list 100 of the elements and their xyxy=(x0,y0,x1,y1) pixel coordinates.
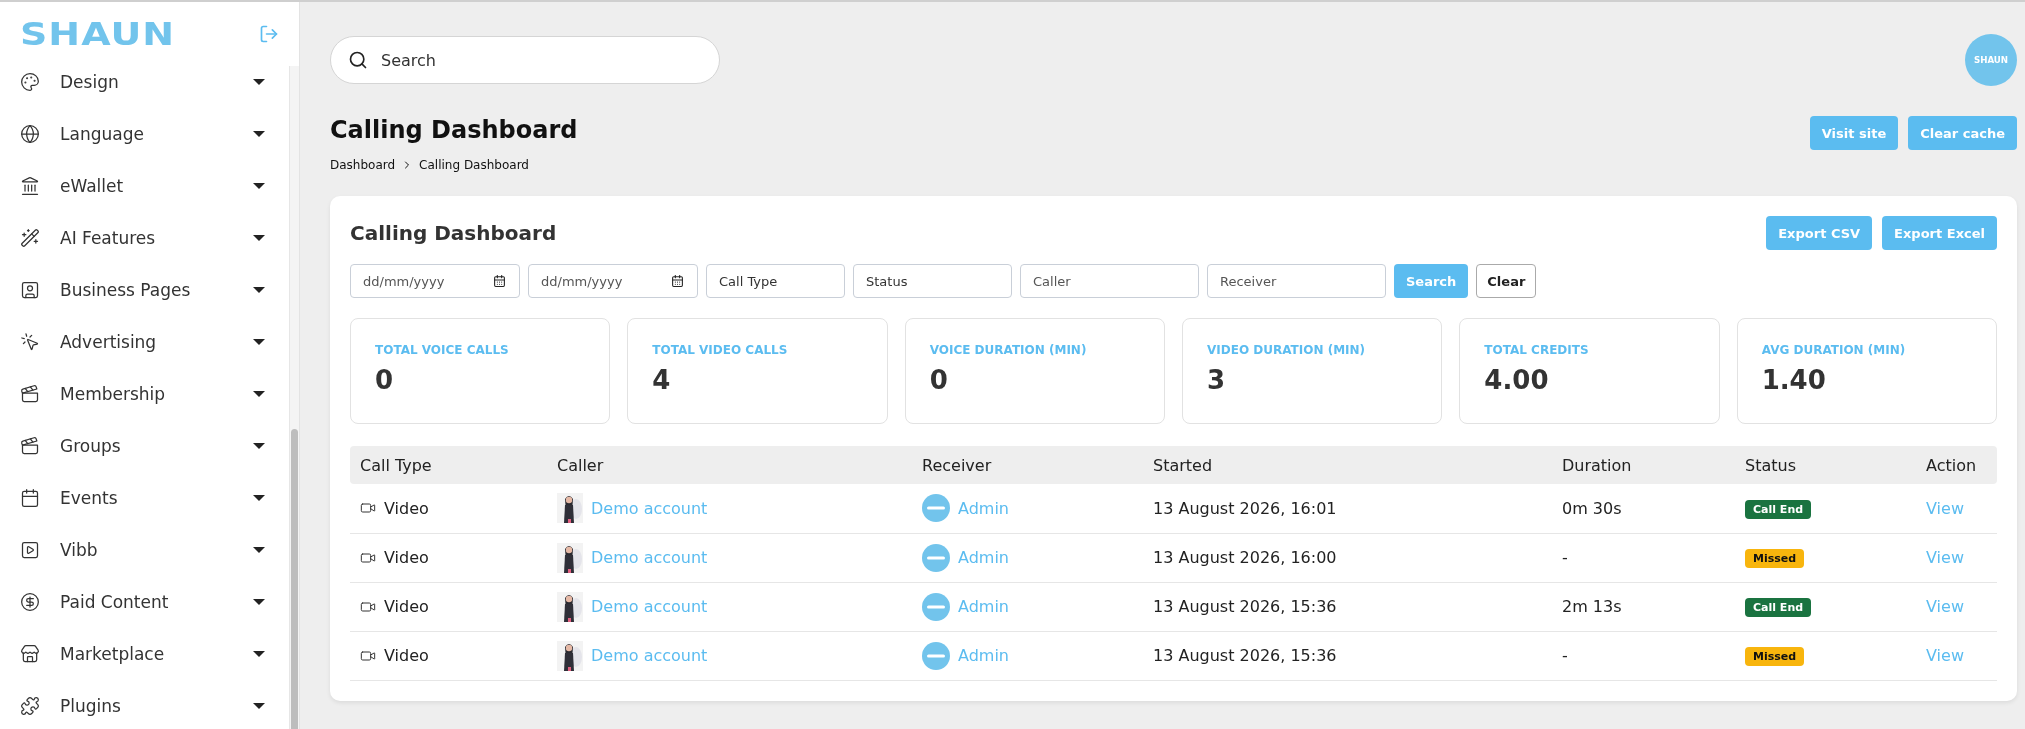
sidebar-item[interactable]: eWallet xyxy=(0,160,289,212)
caret-icon xyxy=(253,235,265,241)
sidebar-item[interactable]: Vibb xyxy=(0,524,289,576)
stat-label: VIDEO DURATION (MIN) xyxy=(1207,343,1367,357)
receiver-link[interactable]: Admin xyxy=(958,548,1009,567)
table-cell: 13 August 2026, 15:36 xyxy=(1143,582,1552,631)
caller-link[interactable]: Demo account xyxy=(591,597,708,616)
sidebar-item[interactable]: Plugins xyxy=(0,680,289,729)
menu-item-icon xyxy=(20,228,40,248)
filter-field[interactable]: Receiver xyxy=(1207,264,1386,298)
table-cell: Video xyxy=(384,646,429,665)
sidebar-item[interactable]: Business Pages xyxy=(0,264,289,316)
view-link[interactable]: View xyxy=(1926,548,1964,567)
export-button[interactable]: Export CSV xyxy=(1766,216,1873,250)
sidebar-item[interactable]: Language xyxy=(0,108,289,160)
stat-value: 1.40 xyxy=(1761,365,1827,395)
scrollbar-thumb[interactable] xyxy=(291,429,298,729)
caret-icon xyxy=(253,443,265,449)
column-header: Started xyxy=(1143,446,1552,484)
stat-label: TOTAL VOICE CALLS xyxy=(375,343,510,357)
table-cell: - xyxy=(1552,631,1735,680)
search-button[interactable]: Search xyxy=(1394,264,1469,298)
search-field[interactable]: Search xyxy=(330,36,720,84)
caret-icon xyxy=(253,287,265,293)
logout-icon[interactable] xyxy=(259,24,279,44)
avatar-icon xyxy=(922,543,950,572)
breadcrumb-item[interactable]: Dashboard xyxy=(330,158,396,172)
caret-icon xyxy=(253,547,265,553)
avatar-icon xyxy=(922,494,950,523)
status-badge: Call End xyxy=(1745,499,1812,519)
logo[interactable]: SHAUN xyxy=(20,17,176,51)
card-title: Calling Dashboard xyxy=(350,221,557,245)
stat-value: 4 xyxy=(652,365,672,395)
receiver-link[interactable]: Admin xyxy=(958,597,1009,616)
sidebar-item[interactable]: Advertising xyxy=(0,316,289,368)
caret-icon xyxy=(253,391,265,397)
stat-label: TOTAL VIDEO CALLS xyxy=(652,343,789,357)
sidebar-item[interactable]: Membership xyxy=(0,368,289,420)
sidebar-item[interactable]: Events xyxy=(0,472,289,524)
user-avatar[interactable]: SHAUN xyxy=(1965,34,2017,86)
stat-label: AVG DURATION (MIN) xyxy=(1761,343,1907,357)
stat-value: 3 xyxy=(1207,365,1227,395)
column-header: Action xyxy=(1916,446,1997,484)
column-header: Receiver xyxy=(912,446,1143,484)
caret-icon xyxy=(253,131,265,137)
caller-link[interactable]: Demo account xyxy=(591,646,708,665)
column-header: Status xyxy=(1735,446,1916,484)
search-icon xyxy=(348,50,368,70)
sidebar-item[interactable]: Paid Content xyxy=(0,576,289,628)
stat-value: 0 xyxy=(929,365,949,395)
caret-icon xyxy=(253,495,265,501)
sidebar-item[interactable]: AI Features xyxy=(0,212,289,264)
sidebar-item[interactable]: Groups xyxy=(0,420,289,472)
view-link[interactable]: View xyxy=(1926,498,1964,518)
view-link[interactable]: View xyxy=(1926,646,1964,665)
caret-icon xyxy=(253,183,265,189)
table-cell: Video xyxy=(384,548,429,567)
column-header: Caller xyxy=(547,446,912,484)
caret-icon xyxy=(253,703,265,709)
date-field[interactable]: dd/mm/yyyy xyxy=(528,264,698,298)
caret-icon xyxy=(253,339,265,345)
status-badge: Missed xyxy=(1745,549,1805,568)
menu-item-icon xyxy=(20,280,40,300)
stat-value: 0 xyxy=(375,365,395,395)
filter-select[interactable]: Status xyxy=(853,264,1012,298)
receiver-link[interactable]: Admin xyxy=(958,498,1009,518)
sidebar-item[interactable]: Design xyxy=(0,66,289,108)
export-button[interactable]: Export Excel xyxy=(1882,216,1997,250)
menu-item-icon xyxy=(20,592,40,612)
header-button[interactable]: Visit site xyxy=(1809,116,1899,150)
sidebar-item[interactable]: Marketplace xyxy=(0,628,289,680)
stat-value: 4.00 xyxy=(1484,365,1550,395)
menu-item-icon xyxy=(20,488,40,508)
date-field[interactable]: dd/mm/yyyy xyxy=(350,264,520,298)
avatar-icon xyxy=(922,641,950,670)
menu-item-icon xyxy=(20,332,40,352)
caller-link[interactable]: Demo account xyxy=(591,498,708,518)
stat-label: TOTAL CREDITS xyxy=(1484,343,1590,357)
table-cell: 13 August 2026, 16:01 xyxy=(1143,484,1552,533)
caret-icon xyxy=(253,599,265,605)
filter-field[interactable]: Caller xyxy=(1020,264,1199,298)
header-button[interactable]: Clear cache xyxy=(1908,116,2017,150)
calendar-icon xyxy=(493,274,506,288)
table-cell: 13 August 2026, 16:00 xyxy=(1143,533,1552,582)
column-header: Duration xyxy=(1552,446,1735,484)
clear-button[interactable]: Clear xyxy=(1476,264,1537,298)
calendar-icon xyxy=(671,274,684,288)
column-header: Call Type xyxy=(350,446,547,484)
table-cell: 13 August 2026, 15:36 xyxy=(1143,631,1552,680)
breadcrumb-item: Calling Dashboard xyxy=(419,158,529,172)
receiver-link[interactable]: Admin xyxy=(958,646,1009,665)
page-title: Calling Dashboard xyxy=(330,116,578,144)
stat-label: VOICE DURATION (MIN) xyxy=(929,343,1088,357)
view-link[interactable]: View xyxy=(1926,597,1964,616)
avatar-icon xyxy=(922,592,950,621)
caret-icon xyxy=(253,651,265,657)
caller-link[interactable]: Demo account xyxy=(591,548,708,567)
filter-select[interactable]: Call Type xyxy=(706,264,845,298)
menu-item-icon xyxy=(20,384,40,404)
caret-icon xyxy=(253,79,265,85)
